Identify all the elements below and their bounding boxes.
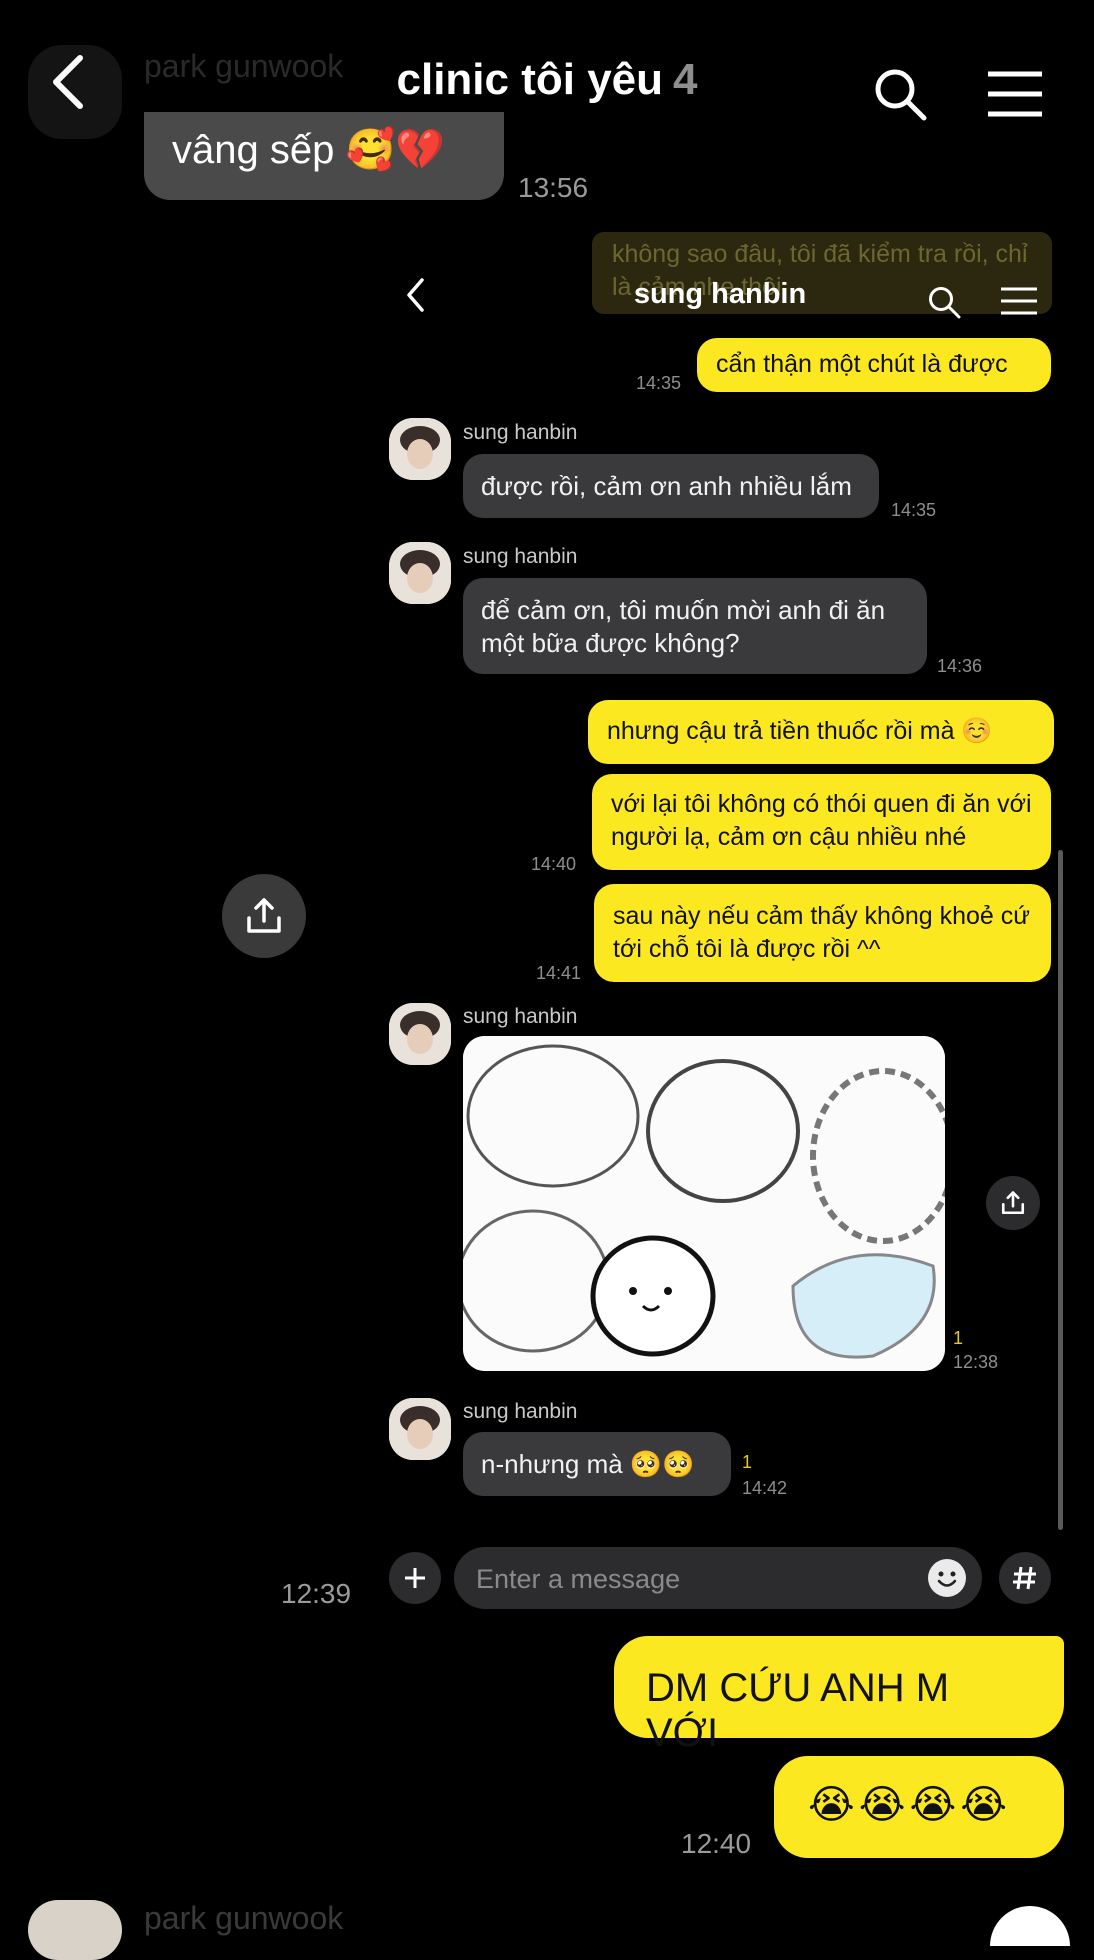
avatar[interactable] [389, 418, 451, 480]
plus-icon [405, 1568, 425, 1588]
message-time: 14:41 [536, 963, 582, 983]
chat-title: clinic tôi yêu 4 [0, 55, 1094, 105]
message-bubble-other[interactable]: n-nhưng mà 🥺🥺 [463, 1432, 731, 1496]
message-time: 14:42 [742, 1478, 788, 1498]
message-bubble-mine[interactable]: nhưng cậu trả tiền thuốc rồi mà ☺️ [588, 700, 1054, 764]
chat-title-text: clinic tôi yêu [396, 55, 664, 104]
inner-scrollbar[interactable] [1058, 850, 1063, 1530]
emoji-icon [937, 1571, 957, 1587]
message-time: 14:36 [937, 656, 983, 676]
outer-message-time: 12:40 [681, 1828, 752, 1859]
sender-name: sung hanbin [463, 1400, 578, 1423]
sender-name: sung hanbin [463, 421, 578, 444]
sticker-share-button[interactable] [986, 1176, 1040, 1230]
message-bubble-mine[interactable]: với lại tôi không có thói quen đi ăn với… [592, 774, 1051, 870]
inner-search-icon [927, 285, 961, 324]
message-input[interactable] [474, 1547, 918, 1611]
outer-message-time: 12:39 [281, 1578, 352, 1609]
hash-icon [1013, 1566, 1036, 1590]
share-icon [1001, 1191, 1025, 1215]
menu-icon [988, 71, 1042, 117]
share-icon [247, 898, 281, 933]
message-bubble-mine[interactable]: sau này nếu cảm thấy không khoẻ cứ tới c… [594, 884, 1051, 982]
sticker-image[interactable] [463, 1036, 945, 1371]
inner-back-icon [404, 276, 428, 319]
menu-button[interactable] [986, 70, 1044, 118]
scroll-down-button[interactable] [990, 1906, 1070, 1946]
message-time: 14:35 [636, 373, 682, 393]
search-icon [875, 69, 927, 121]
sender-name: sung hanbin [463, 545, 578, 568]
outer-message-bubble-mine[interactable]: DM CỨU ANH M VỚI [614, 1636, 1064, 1755]
avatar[interactable] [389, 1003, 451, 1065]
inner-chat-title: sung hanbin [633, 278, 807, 310]
chat-header: clinic tôi yêu 4 [0, 0, 1094, 138]
avatar[interactable] [389, 542, 451, 604]
unread-count: 1 [742, 1452, 753, 1472]
share-button[interactable] [222, 874, 306, 958]
member-count: 4 [673, 55, 698, 104]
search-button[interactable] [872, 66, 928, 122]
message-time: 14:35 [891, 500, 937, 520]
avatar[interactable] [389, 1398, 451, 1460]
inner-menu-icon [1000, 286, 1038, 321]
unread-count: 1 [953, 1328, 964, 1348]
outer-message-bubble-mine[interactable]: 😭😭😭😭 [774, 1756, 1064, 1858]
message-bubble-mine[interactable]: cẩn thận một chút là được [697, 338, 1051, 392]
hashtag-button[interactable] [999, 1552, 1051, 1604]
ghost-avatar-bottom [28, 1900, 122, 1960]
attach-button[interactable] [389, 1552, 441, 1604]
emoji-button[interactable] [928, 1559, 966, 1597]
message-time: 12:38 [953, 1352, 999, 1372]
message-bubble-other[interactable]: để cảm ơn, tôi muốn mời anh đi ăn một bữ… [463, 578, 927, 674]
outer-message-time: 13:56 [518, 172, 589, 203]
sender-name: sung hanbin [463, 1005, 578, 1028]
message-input-box[interactable] [454, 1547, 982, 1611]
ghost-sender-name-bottom: park gunwook [144, 1900, 344, 1936]
message-time: 14:40 [531, 854, 577, 874]
message-bubble-other[interactable]: được rồi, cảm ơn anh nhiều lắm [463, 454, 879, 518]
